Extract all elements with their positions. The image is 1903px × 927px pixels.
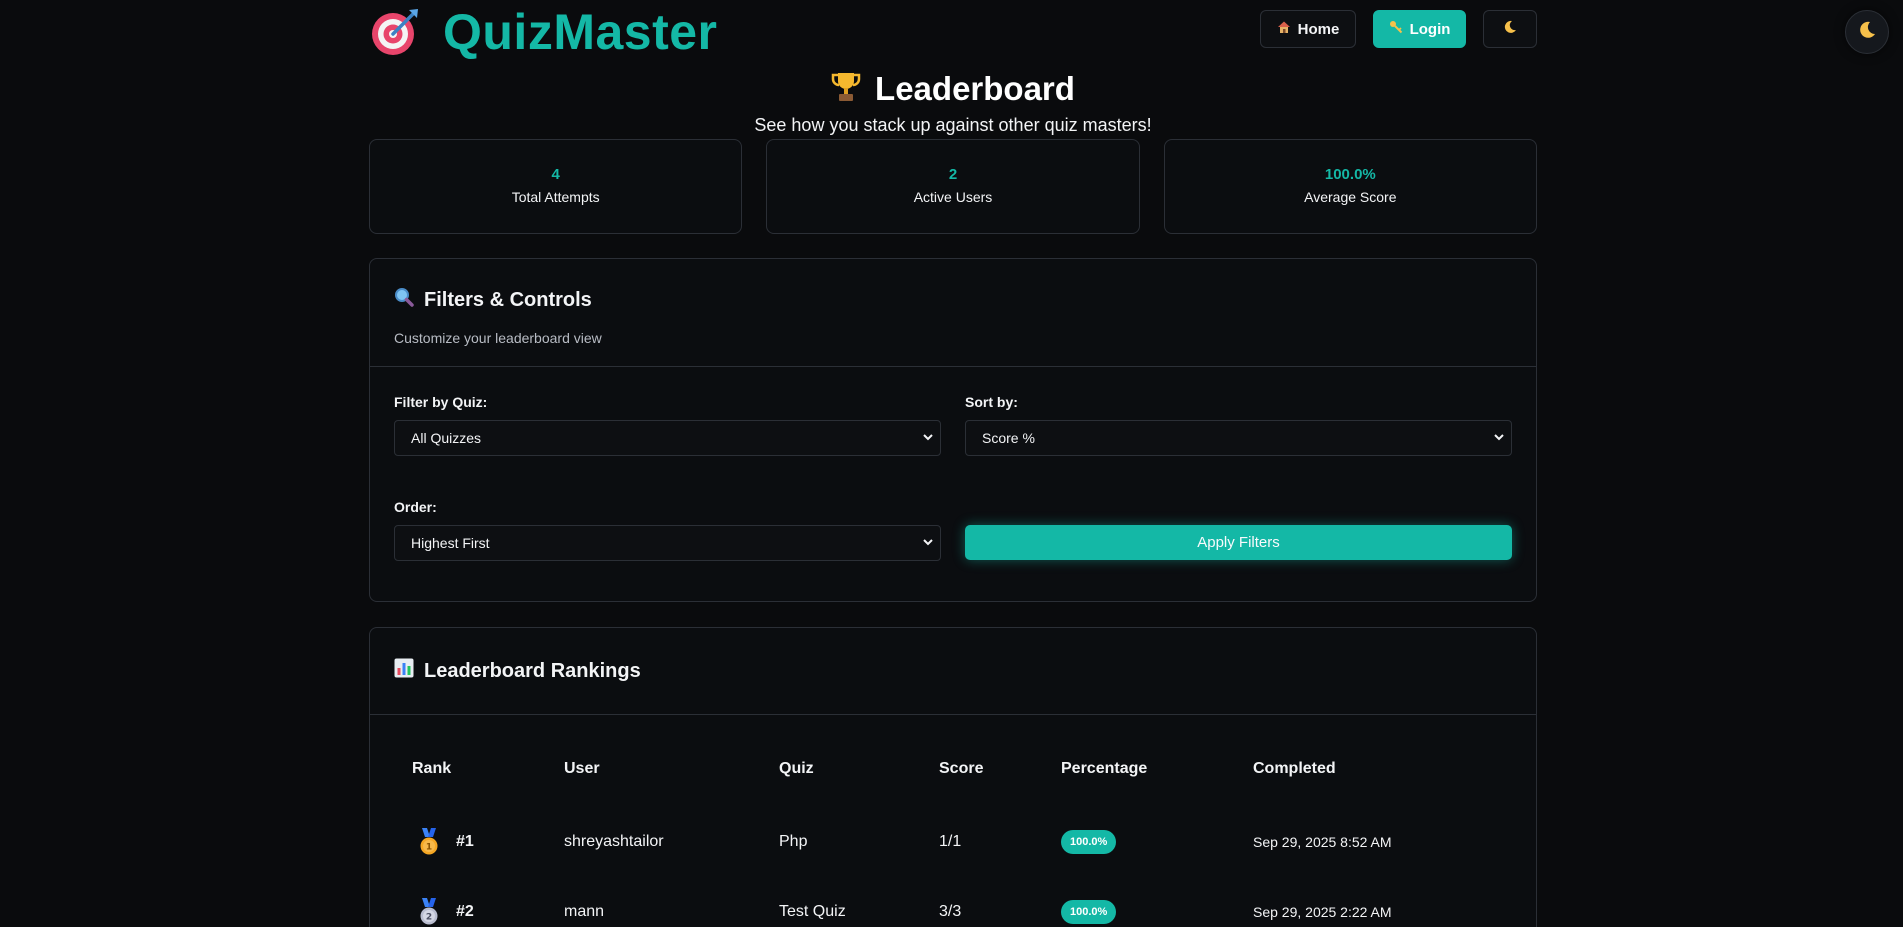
page-subtitle: See how you stack up against other quiz …: [754, 115, 1152, 135]
table-row[interactable]: 2 #2 mann Test Quiz 3/3 100.0% Sep 29, 2…: [412, 877, 1502, 927]
rankings-header: Leaderboard Rankings: [370, 628, 1536, 715]
sort-field: Sort by: Score %: [965, 394, 1512, 456]
rank-value: #1: [456, 833, 474, 850]
order-label: Order:: [394, 499, 437, 515]
gold-medal-icon: 1: [416, 827, 442, 857]
order-field: Order: Highest First: [394, 499, 941, 561]
column-header-score[interactable]: Score: [939, 760, 1061, 778]
house-icon: [1277, 20, 1291, 38]
user-cell: mann: [564, 903, 605, 920]
stats-row: 4 Total Attempts 2 Active Users 100.0% A…: [369, 139, 1537, 234]
stat-label: Average Score: [1304, 189, 1397, 205]
column-header-percentage[interactable]: Percentage: [1061, 760, 1253, 778]
stat-value: 2: [948, 166, 958, 183]
login-label: Login: [1409, 20, 1451, 38]
column-header-user[interactable]: User: [564, 760, 779, 778]
bar-chart-icon: [394, 658, 414, 684]
target-icon: [369, 6, 421, 58]
stat-card-total-attempts: 4 Total Attempts: [369, 139, 743, 234]
column-header-rank[interactable]: Rank: [412, 760, 564, 778]
user-cell: shreyashtailor: [564, 833, 664, 850]
rankings-title: Leaderboard Rankings: [394, 658, 641, 684]
page-title: Leaderboard: [369, 70, 1537, 108]
theme-toggle-button[interactable]: [1483, 10, 1537, 48]
percentage-cell: 100.0%: [1061, 830, 1253, 854]
silver-medal-icon: 2: [416, 897, 442, 927]
brand[interactable]: QuizMaster: [369, 4, 718, 60]
sort-label: Sort by:: [965, 394, 1018, 410]
stat-card-average-score: 100.0% Average Score: [1163, 139, 1537, 234]
order-select[interactable]: Highest First: [394, 525, 941, 561]
completed-cell: Sep 29, 2025 8:52 AM: [1253, 834, 1392, 850]
quiz-cell: Php: [779, 833, 808, 850]
home-label: Home: [1297, 20, 1340, 38]
percentage-badge: 100.0%: [1061, 830, 1117, 854]
moon-icon: [1857, 20, 1877, 45]
sort-value: Score %: [982, 430, 1035, 446]
chevron-down-icon: [922, 535, 934, 551]
filters-title: Filters & Controls: [394, 287, 1512, 313]
floating-theme-toggle[interactable]: [1845, 10, 1889, 54]
filters-description: Customize your leaderboard view: [394, 330, 602, 346]
home-button[interactable]: Home: [1260, 10, 1356, 48]
moon-icon: [1503, 20, 1517, 38]
quiz-filter-value: All Quizzes: [411, 430, 482, 446]
svg-text:2: 2: [426, 913, 432, 923]
brand-name: QuizMaster: [443, 4, 718, 60]
rankings-title-text: Leaderboard Rankings: [424, 659, 641, 682]
stat-card-active-users: 2 Active Users: [766, 139, 1140, 234]
magnifier-icon: [394, 287, 414, 313]
filters-header: Filters & Controls Customize your leader…: [370, 259, 1536, 367]
key-icon: [1389, 20, 1403, 38]
stat-label: Active Users: [913, 189, 993, 205]
rank-value: #2: [456, 903, 474, 920]
rankings-panel: Leaderboard Rankings Rank User Quiz Scor…: [369, 627, 1537, 927]
top-nav: Home Login: [1260, 10, 1537, 48]
table-header-row: Rank User Quiz Score Percentage Complete…: [412, 759, 1502, 779]
score-cell: 3/3: [939, 903, 962, 920]
filters-title-text: Filters & Controls: [424, 288, 592, 311]
quiz-cell: Test Quiz: [779, 903, 846, 920]
stat-value: 100.0%: [1324, 166, 1376, 183]
column-header-completed[interactable]: Completed: [1253, 760, 1502, 778]
stat-value: 4: [551, 166, 560, 183]
quiz-filter-select[interactable]: All Quizzes: [394, 420, 941, 456]
svg-text:1: 1: [426, 843, 432, 853]
chevron-down-icon: [922, 430, 934, 446]
percentage-badge: 100.0%: [1061, 900, 1117, 924]
chevron-down-icon: [1493, 430, 1505, 446]
score-cell: 1/1: [939, 833, 962, 850]
stat-label: Total Attempts: [511, 189, 600, 205]
rank-cell: 1 #1: [412, 827, 564, 857]
page-heading: Leaderboard: [875, 70, 1075, 107]
rank-cell: 2 #2: [412, 897, 564, 927]
column-header-quiz[interactable]: Quiz: [779, 760, 939, 778]
apply-filters-button[interactable]: Apply Filters: [965, 525, 1512, 560]
order-value: Highest First: [411, 535, 490, 551]
quiz-filter-label: Filter by Quiz:: [394, 394, 488, 410]
table-row[interactable]: 1 #1 shreyashtailor Php 1/1 100.0% Sep 2…: [412, 807, 1502, 877]
percentage-cell: 100.0%: [1061, 900, 1253, 924]
completed-cell: Sep 29, 2025 2:22 AM: [1253, 904, 1392, 920]
filters-panel: Filters & Controls Customize your leader…: [369, 258, 1537, 602]
quiz-filter-field: Filter by Quiz: All Quizzes: [394, 394, 941, 456]
login-button[interactable]: Login: [1373, 10, 1466, 48]
sort-select[interactable]: Score %: [965, 420, 1512, 456]
trophy-icon: [831, 71, 861, 108]
leaderboard-table: Rank User Quiz Score Percentage Complete…: [412, 759, 1502, 927]
